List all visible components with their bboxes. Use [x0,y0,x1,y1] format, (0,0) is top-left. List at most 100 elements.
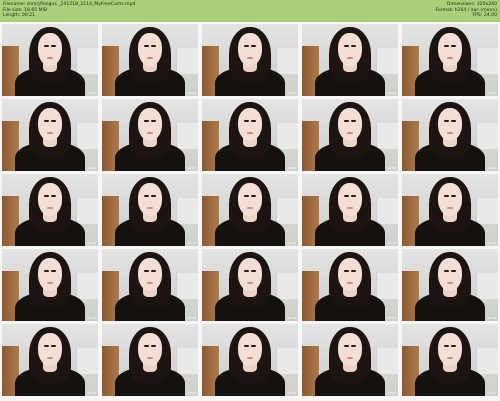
eye-left [444,45,450,48]
background-shelf [275,198,298,225]
eye-right [450,270,456,273]
eye-left [244,45,250,48]
thumbnail-timestamp: 00:08 [287,166,296,170]
background-shelf [375,273,398,300]
lips [146,282,153,285]
video-thumbnail: 00:05 [402,24,498,96]
eye-left [244,270,250,273]
lips [446,357,453,360]
background-shelf [75,48,98,75]
lips [46,132,53,135]
lips [146,132,153,135]
video-thumbnail: 00:03 [202,24,298,96]
subject-face [137,182,163,216]
eye-left [144,120,150,123]
subject-face [437,182,463,216]
background-shelf [75,123,98,150]
eye-right [150,270,156,273]
lips [146,207,153,210]
video-thumbnail: 00:10 [402,99,498,171]
video-thumbnail: 00:16 [202,249,298,321]
background-shelf [175,48,198,75]
background-shelf [375,198,398,225]
eye-left [344,195,350,198]
lips [346,207,353,210]
background-shelf [75,198,98,225]
thumbnail-timestamp: 00:10 [487,166,496,170]
eye-right [150,45,156,48]
background-shelf [275,123,298,150]
eye-right [150,120,156,123]
background-shelf [175,198,198,225]
subject-face [37,257,63,291]
eye-right [450,345,456,348]
eye-left [344,345,350,348]
eye-left [144,345,150,348]
thumbnail-timestamp: 00:05 [487,91,496,95]
thumbnail-timestamp: 00:09 [387,166,396,170]
thumbnail-timestamp: 00:06 [87,166,96,170]
thumbnail-grid: 00:01 00:02 00:03 00:04 00:05 00:06 00:07 00:08… [2,24,499,399]
subject-face [137,332,163,366]
video-thumbnail: 00:12 [102,174,198,246]
lips [246,282,253,285]
eye-left [444,270,450,273]
lips [446,57,453,60]
subject-face [337,182,363,216]
thumbnail-timestamp: 00:12 [187,241,196,245]
thumbnail-timestamp: 00:11 [87,241,96,245]
eye-right [50,120,56,123]
eye-right [50,270,56,273]
background-shelf [475,348,498,375]
thumbnail-timestamp: 00:20 [187,391,196,395]
lips [146,57,153,60]
video-thumbnail: 00:15 [2,249,98,321]
video-thumbnail: 00:19 [2,324,98,396]
background-shelf [275,348,298,375]
lips [246,357,253,360]
lips [46,207,53,210]
lips [346,57,353,60]
eye-left [144,270,150,273]
eye-left [344,120,350,123]
thumbnail-timestamp: 00:21 [387,391,396,395]
video-thumbnail: 00:12 [202,174,298,246]
eye-left [344,270,350,273]
eye-left [44,45,50,48]
thumbnail-timestamp: 00:20 [287,391,296,395]
subject-face [337,332,363,366]
video-thumbnail: 00:08 [202,99,298,171]
eye-right [50,45,56,48]
lips [46,357,53,360]
video-thumbnail: 00:17 [302,249,398,321]
file-info-header: Filename: snmrj/fongus _241218_1114_MyFr… [0,0,500,22]
eye-left [244,195,250,198]
eye-right [250,45,256,48]
eye-right [350,120,356,123]
eye-right [150,195,156,198]
video-thumbnail: 00:18 [402,249,498,321]
eye-right [350,195,356,198]
subject-face [37,107,63,141]
thumbnail-timestamp: 00:14 [487,241,496,245]
background-shelf [75,273,98,300]
video-thumbnail: 00:14 [402,174,498,246]
eye-right [250,345,256,348]
video-thumbnail: 00:16 [102,249,198,321]
eye-left [244,345,250,348]
lips [246,132,253,135]
subject-face [237,32,263,66]
video-thumbnail: 00:04 [302,24,398,96]
background-shelf [475,48,498,75]
thumbnail-timestamp: 00:21 [487,391,496,395]
eye-right [250,270,256,273]
fps-line: FPS: 24.00 [472,13,498,19]
eye-right [450,195,456,198]
eye-right [50,345,56,348]
subject-face [37,182,63,216]
lips [346,282,353,285]
video-thumbnail: 00:20 [102,324,198,396]
thumbnail-timestamp: 00:07 [187,166,196,170]
eye-left [344,45,350,48]
subject-face [237,257,263,291]
